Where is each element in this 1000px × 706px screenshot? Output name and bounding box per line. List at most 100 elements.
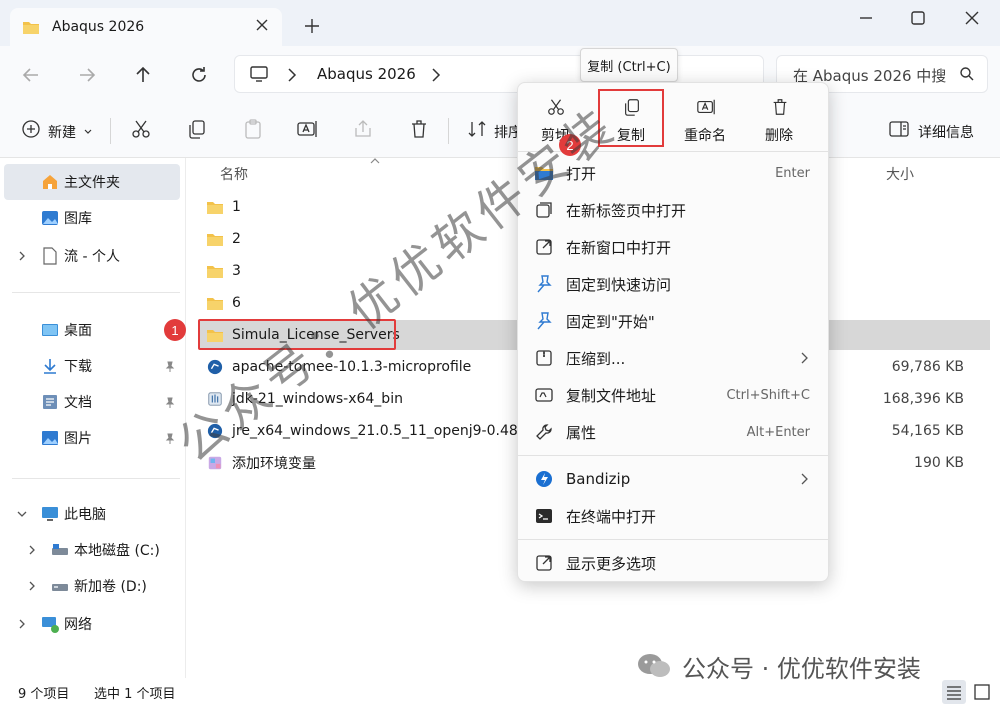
- back-icon[interactable]: [20, 64, 42, 86]
- chevron-right-icon[interactable]: [431, 68, 441, 82]
- sidebar-item-pictures[interactable]: 图片: [4, 420, 180, 456]
- sidebar-item-label: 主文件夹: [64, 175, 120, 191]
- new-icon[interactable]: [20, 118, 42, 140]
- menu-item-pin-start[interactable]: 固定到"开始": [518, 303, 828, 339]
- folder-icon: [535, 167, 553, 180]
- close-window-icon[interactable]: [962, 8, 982, 28]
- title-bar: Abaqus 2026: [0, 0, 1000, 46]
- file-size: 168,396 KB: [882, 391, 964, 407]
- new-tab-icon[interactable]: [302, 16, 322, 36]
- pin-icon: [537, 275, 552, 293]
- chevron-right-icon: [801, 352, 808, 364]
- bandizip-icon: [536, 471, 552, 487]
- refresh-icon[interactable]: [188, 64, 210, 86]
- menu-item-open-new-tab[interactable]: 在新标签页中打开: [518, 192, 828, 228]
- sidebar-item-this-pc[interactable]: 此电脑: [4, 496, 180, 532]
- file-name: jdk-21_windows-x64_bin: [232, 391, 403, 407]
- menu-item-label: 固定到"开始": [566, 312, 655, 331]
- details-pane-icon[interactable]: [888, 118, 910, 140]
- menu-item-open[interactable]: 打开 Enter: [518, 155, 828, 191]
- tab-title: Abaqus 2026: [52, 19, 145, 35]
- zip-icon: [536, 350, 552, 366]
- sidebar-item-documents[interactable]: 文档: [4, 384, 180, 420]
- menu-item-label: 属性: [566, 423, 597, 442]
- menu-item-open-terminal[interactable]: 在终端中打开: [518, 498, 828, 534]
- details-view-icon[interactable]: [942, 680, 966, 704]
- menu-item-more-options[interactable]: 显示更多选项: [518, 545, 828, 581]
- maximize-icon[interactable]: [908, 8, 928, 28]
- forward-icon[interactable]: [76, 64, 98, 86]
- menu-item-open-new-window[interactable]: 在新窗口中打开: [518, 229, 828, 265]
- pin-icon[interactable]: [164, 397, 176, 409]
- desktop-icon: [42, 324, 58, 336]
- toolbar-divider: [448, 118, 449, 144]
- sidebar-item-label: 网络: [64, 617, 92, 633]
- menu-item-compress[interactable]: 压缩到...: [518, 340, 828, 376]
- file-size: 190 KB: [914, 455, 964, 471]
- cut-icon[interactable]: [130, 118, 152, 140]
- home-icon: [43, 175, 57, 189]
- sidebar-item-home[interactable]: 主文件夹: [4, 164, 180, 200]
- step-badge-1: 1: [164, 319, 186, 341]
- menu-item-properties[interactable]: 属性 Alt+Enter: [518, 414, 828, 450]
- rename-icon[interactable]: [296, 118, 318, 140]
- menu-item-shortcut: Ctrl+Shift+C: [726, 387, 810, 403]
- toolbar-divider: [110, 118, 111, 144]
- archive-icon: [207, 423, 223, 439]
- sort-icon[interactable]: [466, 118, 488, 140]
- delete-button[interactable]: 删除: [746, 89, 812, 147]
- menu-item-pin-quick-access[interactable]: 固定到快速访问: [518, 266, 828, 302]
- watermark-bottom: 公众号 · 优优软件安装: [636, 648, 921, 684]
- sidebar-item-stream[interactable]: 流 - 个人: [4, 238, 180, 274]
- delete-label: 删除: [765, 128, 793, 144]
- rename-button[interactable]: 重命名: [672, 89, 738, 147]
- column-header-size[interactable]: 大小: [886, 164, 914, 184]
- file-name: jre_x64_windows_21.0.5_11_openj9-0.48.0: [232, 423, 532, 439]
- new-button[interactable]: 新建: [48, 122, 76, 142]
- rename-icon: [697, 99, 715, 115]
- up-icon[interactable]: [132, 64, 154, 86]
- sidebar-item-network[interactable]: 网络: [4, 606, 180, 642]
- share-icon[interactable]: [352, 118, 374, 140]
- column-header-name[interactable]: 名称: [220, 164, 248, 184]
- terminal-icon: [536, 509, 552, 523]
- sidebar-item-label: 图库: [64, 211, 92, 227]
- gallery-icon: [42, 211, 58, 225]
- drive-icon: [52, 544, 68, 555]
- minimize-icon[interactable]: [856, 8, 876, 28]
- folder-icon: [207, 234, 223, 246]
- close-tab-icon[interactable]: [254, 17, 270, 33]
- copy-icon[interactable]: [186, 118, 208, 140]
- sidebar-item-gallery[interactable]: 图库: [4, 200, 180, 236]
- installer-icon: [208, 392, 222, 406]
- menu-item-copy-path[interactable]: 复制文件地址 Ctrl+Shift+C: [518, 377, 828, 413]
- breadcrumb-item[interactable]: Abaqus 2026: [317, 65, 416, 83]
- copy-button[interactable]: 复制: [598, 89, 664, 147]
- delete-icon[interactable]: [408, 118, 430, 140]
- chevron-right-icon: [801, 473, 808, 485]
- watermark-bottom-text: 公众号 · 优优软件安装: [682, 654, 921, 683]
- tab-abaqus[interactable]: Abaqus 2026: [10, 8, 282, 46]
- sidebar-item-label: 下载: [64, 359, 92, 375]
- file-size: 69,786 KB: [891, 359, 964, 375]
- file-name: 6: [232, 295, 241, 311]
- menu-item-bandizip[interactable]: Bandizip: [518, 461, 828, 497]
- command-bar: 新建 排序 详细信息: [0, 102, 1000, 158]
- tiles-view-icon[interactable]: [970, 680, 994, 704]
- menu-divider: [518, 539, 828, 540]
- selected-count: 选中 1 个项目: [94, 687, 176, 702]
- delete-icon: [773, 99, 787, 115]
- sidebar-divider: [12, 292, 180, 293]
- search-icon[interactable]: [959, 66, 975, 82]
- pin-icon[interactable]: [164, 433, 176, 445]
- download-icon: [44, 359, 56, 374]
- pin-icon[interactable]: [164, 361, 176, 373]
- sidebar-item-drive-c[interactable]: 本地磁盘 (C:): [4, 532, 180, 568]
- sidebar-item-downloads[interactable]: 下载: [4, 348, 180, 384]
- sidebar-item-desktop[interactable]: 桌面: [4, 312, 180, 348]
- details-button[interactable]: 详细信息: [918, 122, 974, 142]
- menu-item-shortcut: Enter: [775, 165, 810, 181]
- menu-divider: [518, 455, 828, 456]
- paste-icon[interactable]: [242, 118, 264, 140]
- sidebar-item-drive-d[interactable]: 新加卷 (D:): [4, 568, 180, 604]
